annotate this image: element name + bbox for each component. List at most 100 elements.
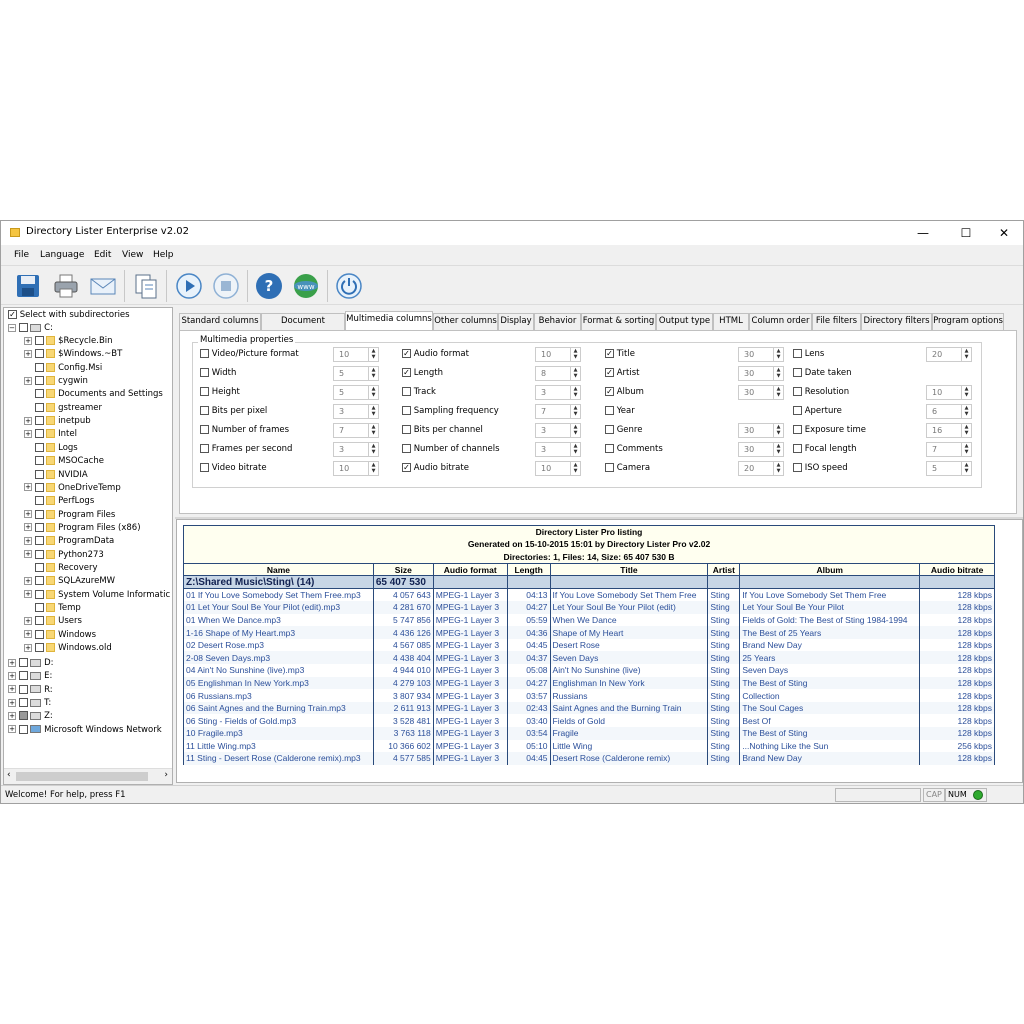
email-icon[interactable]	[89, 272, 117, 300]
checkbox-icon[interactable]: ✓	[402, 368, 411, 377]
spin-arrows-icon[interactable]: ▲ ▼	[368, 405, 378, 418]
spin-arrows-icon[interactable]: ▲ ▼	[570, 405, 580, 418]
checkbox-icon[interactable]	[18, 698, 28, 708]
tab-format-sorting[interactable]: Format & sorting	[581, 313, 656, 330]
checkbox-icon[interactable]	[605, 444, 614, 453]
directory-tree[interactable]: ✓ Select with subdirectories − C: + $Rec…	[3, 307, 173, 785]
checkbox-icon[interactable]	[34, 522, 44, 532]
tree-folder-item[interactable]: + $Windows.~BT	[24, 349, 122, 362]
tree-folder-item[interactable]: + Python273	[24, 549, 104, 563]
expand-icon[interactable]: +	[24, 510, 32, 519]
spin-arrows-icon[interactable]: ▲ ▼	[773, 367, 783, 380]
spin-arrows-icon[interactable]: ▲ ▼	[368, 348, 378, 361]
tab-output-type[interactable]: Output type	[656, 313, 713, 330]
tree-drive-item[interactable]: + D:	[8, 658, 54, 671]
checkbox-icon[interactable]	[793, 444, 802, 453]
checkbox-icon[interactable]	[793, 406, 802, 415]
width-spinner[interactable]: 30 ▲ ▼	[738, 385, 784, 400]
expand-icon[interactable]: +	[24, 336, 32, 345]
expand-icon[interactable]: +	[24, 416, 32, 425]
expand-icon[interactable]: +	[24, 536, 32, 545]
checkbox-icon[interactable]	[793, 349, 802, 358]
width-spinner[interactable]: 5 ▲ ▼	[333, 385, 379, 400]
width-spinner[interactable]: 3 ▲ ▼	[333, 442, 379, 457]
tree-folder-item[interactable]: Logs	[24, 442, 78, 456]
option-number-of-frames[interactable]: Number of frames	[200, 425, 289, 435]
expand-icon[interactable]: +	[24, 630, 32, 639]
checkbox-icon[interactable]	[34, 362, 44, 372]
option-bits-per-pixel[interactable]: Bits per pixel	[200, 406, 267, 416]
width-spinner[interactable]: 30 ▲ ▼	[738, 442, 784, 457]
spin-arrows-icon[interactable]: ▲ ▼	[773, 443, 783, 456]
checkbox-icon[interactable]	[605, 406, 614, 415]
checkbox-icon[interactable]	[200, 406, 209, 415]
checkbox-icon[interactable]	[793, 425, 802, 434]
checkbox-icon[interactable]	[34, 562, 44, 572]
option-camera[interactable]: Camera	[605, 463, 650, 473]
tree-folder-item[interactable]: + inetpub	[24, 416, 91, 429]
width-spinner[interactable]: 30 ▲ ▼	[738, 423, 784, 438]
width-spinner[interactable]: 5 ▲ ▼	[926, 461, 972, 476]
checkbox-icon[interactable]	[34, 442, 44, 452]
tree-folder-item[interactable]: PerfLogs	[24, 496, 94, 509]
tree-network-item[interactable]: + Microsoft Windows Network	[8, 724, 162, 738]
menu-file[interactable]: File	[14, 250, 29, 260]
checkbox-icon[interactable]	[200, 387, 209, 396]
tree-drive-item[interactable]: + R:	[8, 684, 53, 698]
tree-drive-item[interactable]: + E:	[8, 671, 52, 684]
checkbox-icon[interactable]: ✓	[8, 310, 17, 319]
expand-icon[interactable]: +	[8, 711, 16, 720]
tree-folder-item[interactable]: gstreamer	[24, 402, 102, 416]
checkbox-icon[interactable]	[200, 349, 209, 358]
option-bits-per-channel[interactable]: Bits per channel	[402, 425, 483, 435]
collapse-icon[interactable]: −	[8, 323, 16, 332]
checkbox-icon[interactable]: ✓	[402, 463, 411, 472]
checkbox-icon[interactable]: ✓	[605, 349, 614, 358]
expand-icon[interactable]: +	[24, 483, 32, 492]
spin-arrows-icon[interactable]: ▲ ▼	[773, 386, 783, 399]
spin-arrows-icon[interactable]: ▲ ▼	[961, 443, 971, 456]
expand-icon[interactable]: +	[24, 576, 32, 585]
tree-folder-item[interactable]: + Program Files	[24, 509, 115, 523]
width-spinner[interactable]: 7 ▲ ▼	[535, 404, 581, 419]
checkbox-icon[interactable]	[793, 368, 802, 377]
checkbox-icon[interactable]	[793, 387, 802, 396]
checkbox-icon[interactable]	[18, 323, 28, 332]
option-video-picture-format[interactable]: Video/Picture format	[200, 349, 299, 359]
tab-program-options[interactable]: Program options	[932, 313, 1004, 330]
width-spinner[interactable]: 16 ▲ ▼	[926, 423, 972, 438]
tab-behavior[interactable]: Behavior	[534, 313, 581, 330]
tree-folder-item[interactable]: Documents and Settings	[24, 389, 163, 402]
tab-directory-filters[interactable]: Directory filters	[861, 313, 932, 330]
expand-icon[interactable]: +	[24, 550, 32, 559]
tree-item-root[interactable]: − C:	[8, 323, 53, 336]
spin-arrows-icon[interactable]: ▲ ▼	[961, 386, 971, 399]
power-icon[interactable]	[335, 272, 363, 300]
width-spinner[interactable]: 10 ▲ ▼	[535, 461, 581, 476]
checkbox-icon[interactable]	[34, 549, 44, 559]
width-spinner[interactable]: 20 ▲ ▼	[926, 347, 972, 362]
width-spinner[interactable]: 3 ▲ ▼	[535, 385, 581, 400]
stop-icon[interactable]	[212, 272, 240, 300]
checkbox-icon[interactable]	[34, 643, 44, 653]
spin-arrows-icon[interactable]: ▲ ▼	[773, 348, 783, 361]
scroll-right-icon[interactable]: ›	[164, 770, 168, 780]
tree-folder-item[interactable]: + Windows.old	[24, 643, 112, 656]
tab-standard-columns[interactable]: Standard columns	[179, 313, 261, 330]
width-spinner[interactable]: 8 ▲ ▼	[535, 366, 581, 381]
option-number-of-channels[interactable]: Number of channels	[402, 444, 500, 454]
checkbox-icon[interactable]	[18, 684, 28, 694]
spin-arrows-icon[interactable]: ▲ ▼	[773, 462, 783, 475]
option-aperture[interactable]: Aperture	[793, 406, 842, 416]
spin-arrows-icon[interactable]: ▲ ▼	[570, 443, 580, 456]
checkbox-icon[interactable]	[34, 416, 44, 426]
checkbox-icon[interactable]	[34, 616, 44, 626]
spin-arrows-icon[interactable]: ▲ ▼	[368, 462, 378, 475]
tree-folder-item[interactable]: + SQLAzureMW	[24, 576, 115, 589]
document-icon[interactable]	[132, 272, 160, 300]
option-length[interactable]: ✓ Length	[402, 368, 443, 378]
play-icon[interactable]	[175, 272, 203, 300]
checkbox-icon[interactable]	[200, 368, 209, 377]
width-spinner[interactable]: 7 ▲ ▼	[333, 423, 379, 438]
spin-arrows-icon[interactable]: ▲ ▼	[368, 443, 378, 456]
